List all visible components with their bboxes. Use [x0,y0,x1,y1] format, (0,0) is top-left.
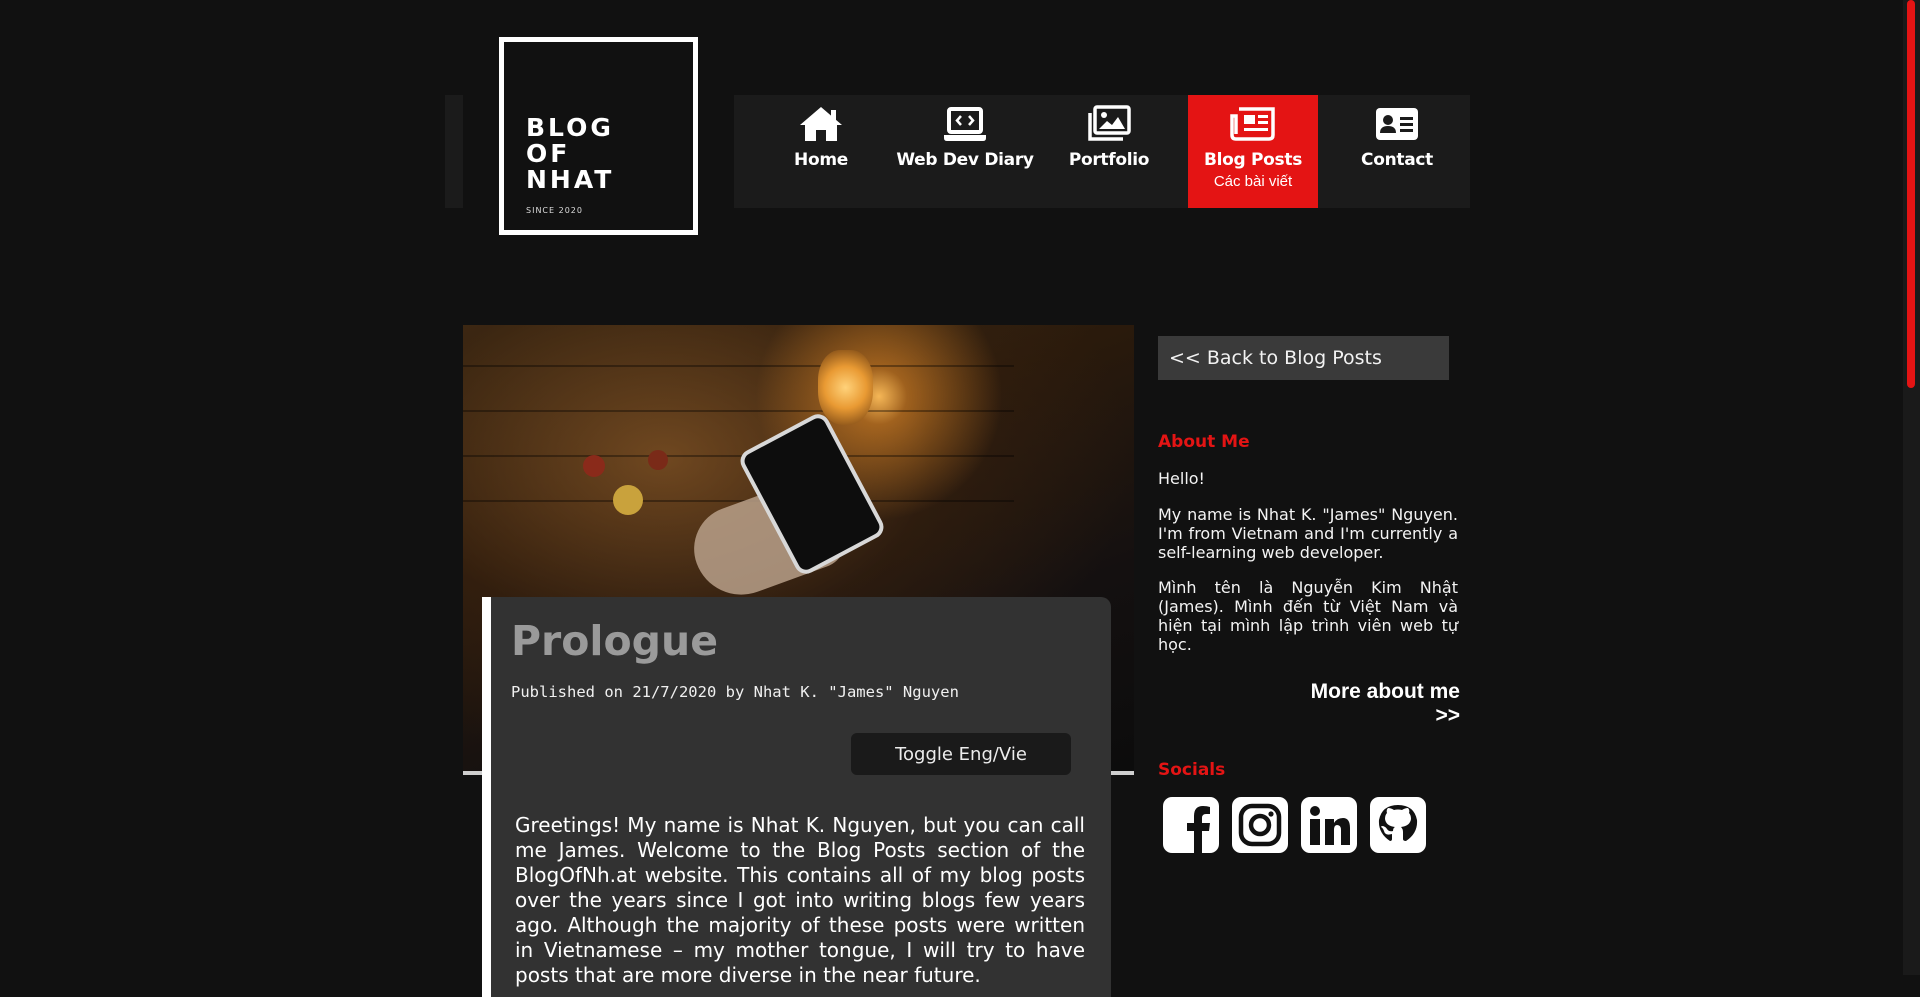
post-title: Prologue [511,617,719,665]
nav-item-contact[interactable]: Contact [1332,95,1462,208]
nav-label: Contact [1361,150,1433,170]
address-card-icon [1376,108,1418,140]
instagram-icon[interactable] [1231,796,1289,854]
about-english: My name is Nhat K. "James" Nguyen. I'm f… [1158,505,1458,562]
nav-label: Blog Posts [1203,150,1303,170]
nav-label: Home [794,150,848,170]
main-nav: Home Web Dev Diary Portfolio Blog Posts … [734,95,1470,208]
nav-item-portfolio[interactable]: Portfolio [1044,95,1174,208]
home-icon [800,107,842,141]
facebook-icon[interactable] [1162,796,1220,854]
scrollbar-thumb[interactable] [1907,0,1915,388]
post-body: Greetings! My name is Nhat K. Nguyen, bu… [515,813,1085,987]
nav-label: Web Dev Diary [896,150,1034,170]
images-icon [1088,105,1131,141]
logo-since: SINCE 2020 [526,206,583,215]
nav-bar-left-stub [445,95,463,208]
logo-title: BLOG OF NHAT [526,113,615,194]
nav-item-home[interactable]: Home [756,95,886,208]
nav-item-blog-posts[interactable]: Blog Posts Các bài viết [1188,95,1318,208]
toggle-language-button[interactable]: Toggle Eng/Vie [851,733,1071,775]
post-meta: Published on 21/7/2020 by Nhat K. "James… [511,683,959,701]
nav-item-web-dev-diary[interactable]: Web Dev Diary [896,95,1034,208]
nav-sublabel: Các bài viết [1213,173,1293,190]
laptop-code-icon [944,107,986,141]
newspaper-icon [1230,107,1275,141]
github-icon[interactable] [1369,796,1427,854]
socials-heading: Socials [1158,760,1226,780]
back-to-blog-posts-button[interactable]: << Back to Blog Posts [1158,336,1449,380]
page-scrollbar[interactable] [1903,0,1920,975]
about-vietnamese: Mình tên là Nguyễn Kim Nhật (James). Mìn… [1158,578,1458,654]
linkedin-icon[interactable] [1300,796,1358,854]
nav-label: Portfolio [1068,150,1150,170]
post-card: Prologue Published on 21/7/2020 by Nhat … [482,597,1111,997]
site-logo[interactable]: BLOG OF NHAT SINCE 2020 [499,37,698,235]
more-about-me-link[interactable]: More about me >> [1300,680,1460,728]
about-me-heading: About Me [1158,432,1250,452]
about-hello: Hello! [1158,469,1205,488]
